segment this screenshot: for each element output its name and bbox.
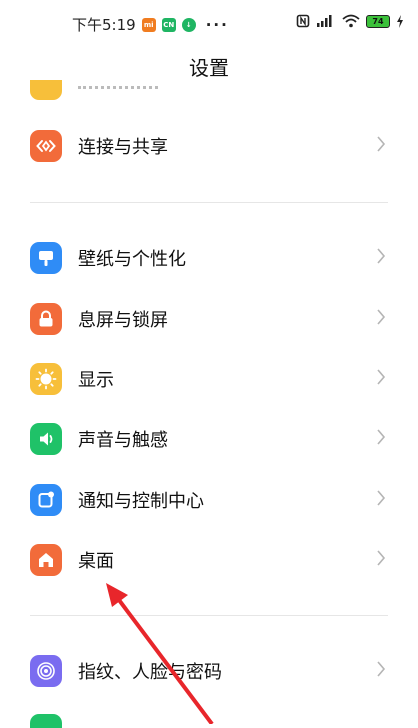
- sun-icon: [30, 363, 62, 395]
- section-divider: [30, 615, 388, 616]
- partial-settings-label: [78, 86, 158, 99]
- status-bar: 下午5:19 mi CN ↓ ··· 74: [0, 0, 418, 46]
- home-icon: [30, 544, 62, 576]
- share-icon: [30, 130, 62, 162]
- chevron-right-icon: [376, 247, 386, 270]
- status-bar-right: 74: [296, 14, 404, 28]
- wallpaper-icon: [30, 242, 62, 274]
- nfc-icon: [296, 14, 310, 28]
- partial-bottom-icon: [30, 714, 62, 728]
- settings-item-sound[interactable]: 声音与触感: [0, 410, 418, 468]
- fingerprint-icon: [30, 655, 62, 687]
- speaker-icon: [30, 423, 62, 455]
- chevron-right-icon: [376, 428, 386, 451]
- chevron-right-icon: [376, 135, 386, 158]
- cn-app-icon: CN: [161, 17, 176, 32]
- settings-item-wallpaper[interactable]: 壁纸与个性化: [0, 229, 418, 287]
- charging-icon: [397, 14, 403, 28]
- settings-item-label: 通知与控制中心: [78, 491, 204, 512]
- lock-icon: [30, 303, 62, 335]
- settings-item-label: 息屏与锁屏: [78, 310, 168, 331]
- wifi-icon: [342, 14, 360, 28]
- settings-item-label: 显示: [78, 370, 114, 391]
- settings-item-display[interactable]: 显示: [0, 350, 418, 408]
- settings-item-notifications[interactable]: 通知与控制中心: [0, 471, 418, 529]
- more-notifications-icon: ···: [205, 15, 229, 34]
- chevron-right-icon: [376, 549, 386, 572]
- notification-icon: [30, 484, 62, 516]
- settings-item-label: 壁纸与个性化: [78, 249, 186, 270]
- page-title: 设置: [189, 56, 229, 80]
- chevron-right-icon: [376, 489, 386, 512]
- settings-item-label: 桌面: [78, 551, 114, 572]
- status-bar-left: 下午5:19 mi CN ↓ ···: [72, 14, 229, 35]
- download-icon: ↓: [181, 17, 196, 32]
- settings-item-label: 声音与触感: [78, 430, 168, 451]
- section-divider: [30, 202, 388, 203]
- clock: 下午5:19: [72, 16, 136, 34]
- settings-item-connection-sharing[interactable]: 连接与共享: [0, 117, 418, 175]
- settings-item-home-screen[interactable]: 桌面: [0, 531, 418, 589]
- chevron-right-icon: [376, 368, 386, 391]
- mi-app-icon: mi: [141, 17, 156, 32]
- chevron-right-icon: [376, 660, 386, 683]
- chevron-right-icon: [376, 308, 386, 331]
- settings-item-label: 连接与共享: [78, 137, 168, 158]
- signal-icon: [317, 15, 332, 27]
- settings-item-fingerprint[interactable]: 指纹、人脸与密码: [0, 642, 418, 700]
- settings-item-label: 指纹、人脸与密码: [78, 662, 222, 683]
- settings-item-lock-screen[interactable]: 息屏与锁屏: [0, 290, 418, 348]
- partial-settings-icon: [30, 80, 62, 100]
- battery-icon: 74: [366, 14, 390, 28]
